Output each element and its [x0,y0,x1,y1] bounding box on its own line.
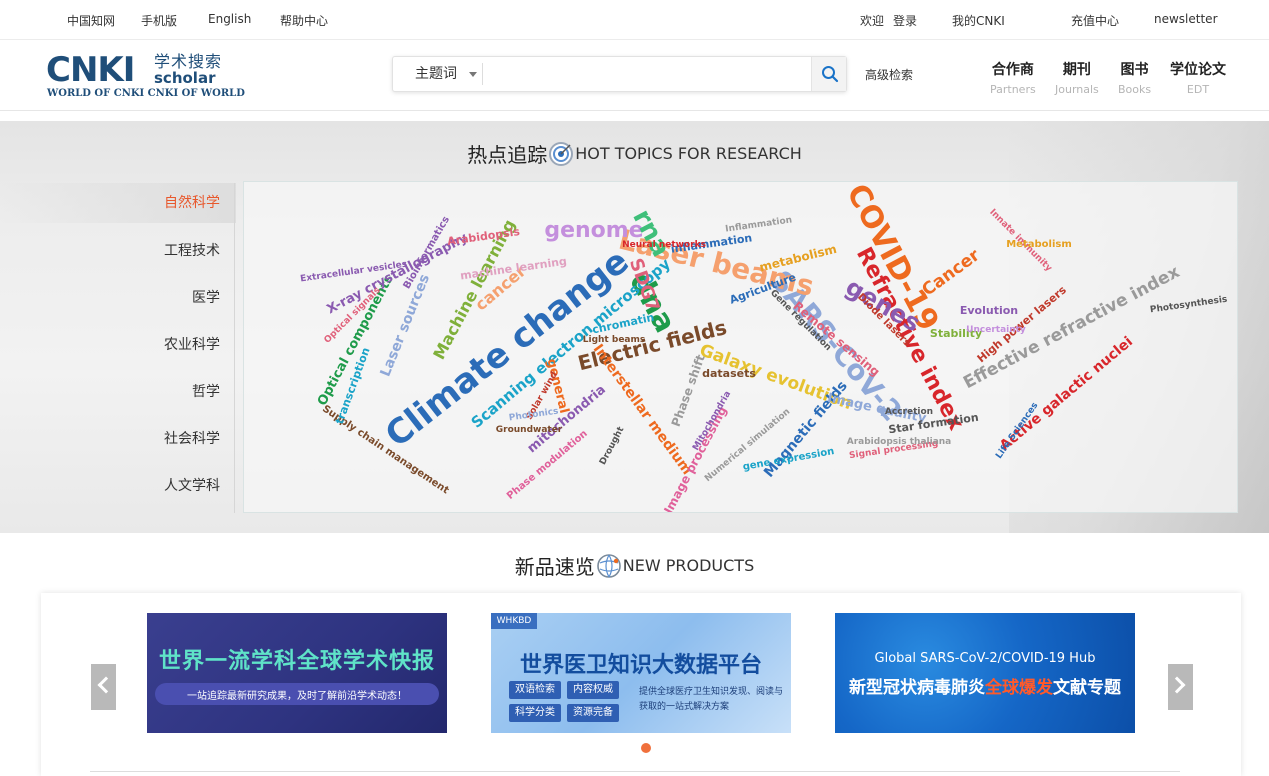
hot-title-en: HOT TOPICS FOR RESEARCH [575,144,802,163]
category-divider [234,183,235,513]
caret-down-icon [469,72,477,77]
hot-topic-word[interactable]: datasets [702,367,756,380]
nav-books-en: Books [1118,83,1152,96]
category-engineering[interactable]: 工程技术 [0,230,236,277]
search-icon [822,66,839,83]
hot-topics-title: 热点追踪 HOT TOPICS FOR RESEARCH [0,139,1269,168]
nav-partners-cn: 合作商 [991,62,1034,78]
hot-topic-word[interactable]: Photosynthesis [1149,295,1228,316]
chevron-right-icon [1168,676,1186,694]
link-english[interactable]: English [208,12,251,26]
banner2-pill: 内容权威 [567,681,619,699]
hot-topic-word[interactable]: Cancer [918,245,984,300]
category-humanities[interactable]: 人文学科 [0,465,236,512]
hot-topic-word[interactable]: Neural networks [622,240,706,250]
header: CNKI 学术搜索 scholar WORLD OF CNKI CNKI OF … [0,41,1269,111]
hot-topic-word[interactable]: Light beams [583,335,645,345]
banner3-line2: 新型冠状病毒肺炎全球爆发文献专题 [835,673,1135,698]
welcome-text: 欢迎 [860,14,885,28]
category-philosophy[interactable]: 哲学 [0,371,236,418]
category-agriculture[interactable]: 农业科学 [0,324,236,371]
globe-icon [596,553,621,578]
hot-topic-word[interactable]: Accretion [885,407,933,417]
hot-topic-word[interactable]: Drought [598,425,627,467]
advanced-search-link[interactable]: 高级检索 [865,66,913,83]
search-button[interactable] [811,57,846,91]
logo-tagline: WORLD OF CNKI CNKI OF WORLD [47,88,245,99]
nav-journals-cn: 期刊 [1062,62,1091,78]
nav-partners[interactable]: 合作商 Partners [990,59,1036,96]
hot-topic-word[interactable]: Uncertainty [966,325,1026,335]
nav-partners-en: Partners [990,83,1036,96]
banner1-title: 世界一流学科全球学术快报 [158,649,435,674]
banner1-subtitle-bar: 一站追踪最新研究成果，及时了解前沿学术动态！ [155,683,439,705]
hot-topics-section: 热点追踪 HOT TOPICS FOR RESEARCH 自然科学 工程技术 医… [0,121,1269,533]
newsletter-link[interactable]: newsletter [1154,12,1218,26]
new-products-carousel: 世界一流学科全球学术快报 一站追踪最新研究成果，及时了解前沿学术动态！ WHKB… [41,593,1241,776]
carousel-indicator-dot[interactable] [641,743,651,753]
search-type-label: 主题词 [415,66,457,82]
search-type-dropdown[interactable]: 主题词 [393,57,483,91]
banner2-description: 提供全球医疗卫生知识发现、阅读与获取的一站式解决方案 [639,687,784,712]
nav-edt[interactable]: 学位论文 EDT [1170,59,1226,96]
banner3-line2-c: 文献专题 [1053,678,1121,698]
carousel-prev-button[interactable] [91,664,116,710]
word-cloud-canvas: Climate change COVID-19SARS-CoV-2Refracti… [300,182,1228,512]
hot-title-cn: 热点追踪 [467,143,548,167]
np-title-cn: 新品速览 [514,555,595,579]
banner-covid-hub[interactable]: Global SARS-CoV-2/COVID-19 Hub 新型冠状病毒肺炎全… [835,613,1135,733]
link-mobile[interactable]: 手机版 [141,12,177,29]
hot-topic-word[interactable]: Photonics [508,407,559,424]
banner2-pill: 科学分类 [509,704,561,722]
word-cloud: Climate change COVID-19 SARS-CoV-2 Refracti… [243,181,1238,513]
category-medicine[interactable]: 医学 [0,277,236,324]
carousel-next-button[interactable] [1168,664,1193,710]
search-bar: 主题词 [392,56,847,92]
banner1-subtitle: 一站追踪最新研究成果，及时了解前沿学术动态！ [187,691,407,702]
banner3-line2-highlight: 全球爆发 [985,678,1053,698]
hot-topic-word[interactable]: Metabolism [1006,239,1072,250]
logo-main-text: CNKI [46,50,135,90]
nav-journals-en: Journals [1055,83,1099,96]
category-social-science[interactable]: 社会科学 [0,418,236,465]
np-title-en: NEW PRODUCTS [622,556,755,575]
search-input[interactable] [485,59,810,89]
recharge-link[interactable]: 充值中心 [1071,12,1119,29]
banner2-title: 世界医卫知识大数据平台 [519,653,762,678]
my-cnki-link[interactable]: 我的CNKI [952,12,1005,29]
link-cnki-home[interactable]: 中国知网 [67,12,115,29]
hot-topic-word[interactable]: Evolution [960,304,1018,317]
banner3-line1: Global SARS-CoV-2/COVID-19 Hub [874,651,1096,666]
nav-books-cn: 图书 [1120,62,1149,78]
logo-en-text: scholar [154,69,216,87]
banner2-pill: 资源完备 [567,704,619,722]
nav-books[interactable]: 图书 Books [1118,59,1151,96]
section-bottom-line [90,771,1180,772]
banner-world-class-academic-news[interactable]: 世界一流学科全球学术快报 一站追踪最新研究成果，及时了解前沿学术动态！ [147,613,447,733]
chevron-left-icon [97,676,115,694]
cnki-scholar-logo[interactable]: CNKI 学术搜索 scholar WORLD OF CNKI CNKI OF … [46,53,246,101]
nav-edt-en: EDT [1186,83,1210,96]
hot-topic-word[interactable]: Inflammation [725,215,793,234]
nav-edt-cn: 学位论文 [1170,62,1226,78]
hot-topic-word[interactable]: Arabidopsis [446,225,521,248]
banner3-line2-a: 新型冠状病毒肺炎 [849,678,985,698]
target-icon [549,141,574,166]
new-products-title: 新品速览 NEW PRODUCTS [0,551,1269,580]
top-bar: 中国知网 手机版 English 帮助中心 欢迎 登录 我的CNKI 充值中心 … [0,0,1269,40]
banner2-tag: WHKBD [491,613,537,629]
link-help-center[interactable]: 帮助中心 [280,12,328,29]
nav-journals[interactable]: 期刊 Journals [1055,59,1099,96]
login-link[interactable]: 登录 [893,12,917,29]
banner-world-medical-knowledge-platform[interactable]: WHKBD 世界医卫知识大数据平台 双语检索 内容权威 科学分类 资源完备 提供… [491,613,791,733]
hot-topic-word[interactable]: Phase shift [669,352,708,428]
search-divider [482,63,483,85]
category-list: 自然科学 工程技术 医学 农业科学 哲学 社会科学 人文学科 [0,183,236,512]
banner2-pill: 双语检索 [509,681,561,699]
logo-cn-text: 学术搜索 [154,52,223,71]
hot-topic-word[interactable]: Arabidopsis thaliana [847,437,952,447]
category-natural-science[interactable]: 自然科学 [0,183,236,223]
hot-topic-word[interactable]: Groundwater [496,425,563,435]
